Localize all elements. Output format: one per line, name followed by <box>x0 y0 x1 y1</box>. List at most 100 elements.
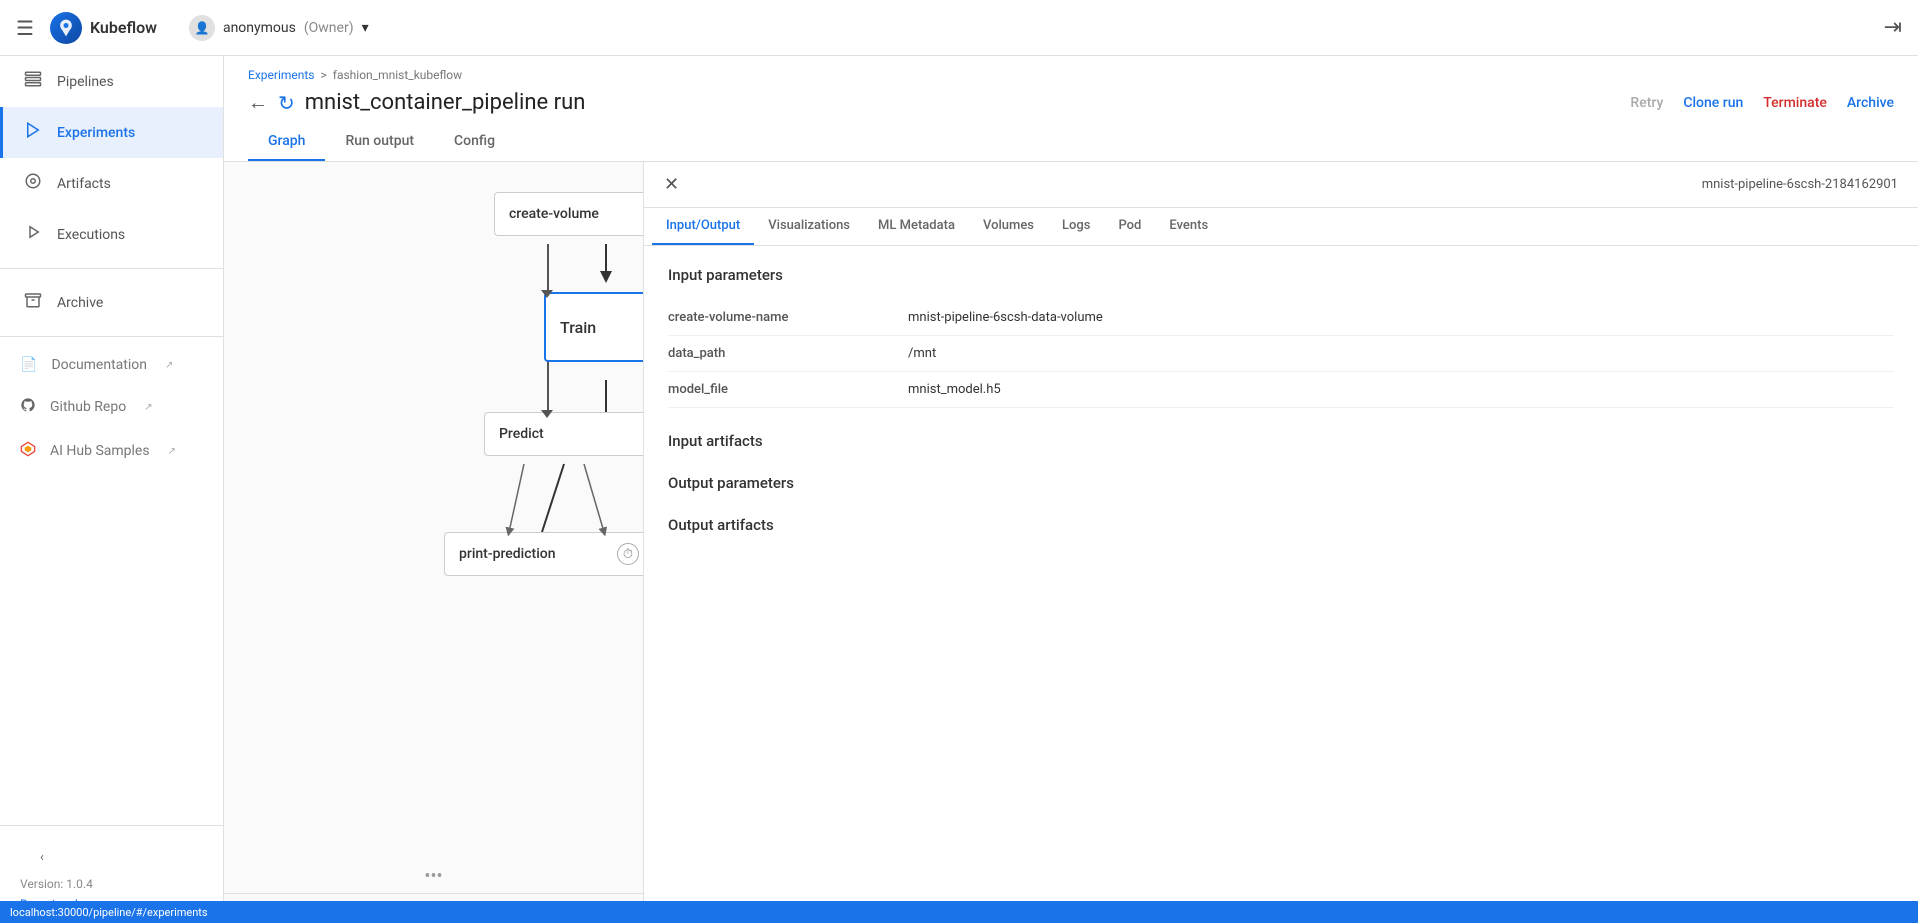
menu-icon[interactable]: ☰ <box>16 16 34 40</box>
sidebar-item-archive[interactable]: Archive <box>0 277 223 328</box>
sidebar-divider-2 <box>0 336 223 337</box>
line-train-predict <box>547 362 549 412</box>
archive-button[interactable]: Archive <box>1847 95 1894 111</box>
clone-run-button[interactable]: Clone run <box>1683 95 1743 111</box>
user-dropdown-icon[interactable]: ▾ <box>362 20 369 36</box>
graph-panel: create-volume ✓ Train ✓ Predict ✓ print-… <box>224 162 644 923</box>
user-label: anonymous <box>223 20 296 36</box>
detail-tab-pod[interactable]: Pod <box>1104 208 1155 245</box>
node-print-prediction-label: print-prediction <box>459 546 556 562</box>
breadcrumb-parent[interactable]: Experiments <box>248 68 315 82</box>
output-params-section: Output parameters <box>668 474 1894 492</box>
user-icon: 👤 <box>189 15 215 41</box>
param-row-1: data_path /mnt <box>668 336 1894 372</box>
tab-run-output[interactable]: Run output <box>325 123 434 161</box>
external-link-icon-github: ↗ <box>144 402 152 413</box>
main-tabs: Graph Run output Config <box>248 123 1894 161</box>
back-button[interactable]: ← <box>248 90 268 115</box>
param-val-2: mnist_model.h5 <box>908 382 1001 397</box>
node-create-volume[interactable]: create-volume ✓ <box>494 192 644 236</box>
input-params-title: Input parameters <box>668 266 1894 284</box>
param-val-0: mnist-pipeline-6scsh-data-volume <box>908 310 1103 325</box>
detail-close-button[interactable]: ✕ <box>664 174 679 195</box>
detail-tab-volumes[interactable]: Volumes <box>969 208 1048 245</box>
tab-graph[interactable]: Graph <box>248 123 325 161</box>
sidebar-item-pipelines[interactable]: Pipelines <box>0 56 223 107</box>
detail-content: Input parameters create-volume-name mnis… <box>644 246 1918 923</box>
sidebar-item-github[interactable]: Github Repo ↗ <box>0 385 223 429</box>
logo: Kubeflow <box>50 12 157 44</box>
page-title-left: ← ↻ mnist_container_pipeline run <box>248 90 585 115</box>
breadcrumb: Experiments > fashion_mnist_kubeflow <box>248 68 1894 82</box>
page-actions: Retry Clone run Terminate Archive <box>1630 95 1894 111</box>
sidebar-executions-label: Executions <box>57 227 125 243</box>
user-selector[interactable]: 👤 anonymous (Owner) ▾ <box>189 15 369 41</box>
collapse-icon: ‹ <box>40 850 44 865</box>
output-artifacts-title: Output artifacts <box>668 516 1894 534</box>
detail-panel-id: mnist-pipeline-6scsh-2184162901 <box>1702 177 1898 192</box>
sidebar-version: Version: 1.0.4 <box>20 877 203 891</box>
sidebar-artifacts-label: Artifacts <box>57 176 111 192</box>
param-key-0: create-volume-name <box>668 310 908 325</box>
param-val-1: /mnt <box>908 346 936 361</box>
statusbar-url: localhost:30000/pipeline/#/experiments <box>10 906 208 919</box>
output-artifacts-section: Output artifacts <box>668 516 1894 534</box>
statusbar: localhost:30000/pipeline/#/experiments <box>0 901 1918 923</box>
sidebar-experiments-label: Experiments <box>57 125 135 141</box>
sidebar-pipelines-label: Pipelines <box>57 74 114 90</box>
main-content: Experiments > fashion_mnist_kubeflow ← ↻… <box>224 56 1918 923</box>
graph-dots: ••• <box>424 866 442 887</box>
logo-icon <box>50 12 82 44</box>
node-predict[interactable]: Predict ✓ <box>484 412 644 456</box>
experiments-icon <box>23 121 43 144</box>
terminate-button[interactable]: Terminate <box>1763 95 1827 111</box>
input-artifacts-title: Input artifacts <box>668 432 1894 450</box>
sidebar-item-experiments[interactable]: Experiments <box>0 107 223 158</box>
content-area: create-volume ✓ Train ✓ Predict ✓ print-… <box>224 162 1918 923</box>
archive-icon <box>23 291 43 314</box>
external-link-icon-doc: ↗ <box>165 360 173 371</box>
param-row-2: model_file mnist_model.h5 <box>668 372 1894 408</box>
refresh-icon[interactable]: ↻ <box>278 91 295 115</box>
input-artifacts-section: Input artifacts <box>668 432 1894 450</box>
sidebar-collapse-btn[interactable]: ‹ <box>20 838 203 877</box>
sidebar-item-artifacts[interactable]: Artifacts <box>0 158 223 209</box>
detail-tab-input-output[interactable]: Input/Output <box>652 208 754 245</box>
detail-tab-ml-metadata[interactable]: ML Metadata <box>864 208 969 245</box>
pipelines-icon <box>23 70 43 93</box>
sidebar-item-aihub[interactable]: AI Hub Samples ↗ <box>0 429 223 473</box>
retry-button[interactable]: Retry <box>1630 95 1663 111</box>
detail-panel: ✕ mnist-pipeline-6scsh-2184162901 Input/… <box>644 162 1918 923</box>
detail-tab-events[interactable]: Events <box>1155 208 1222 245</box>
param-row-0: create-volume-name mnist-pipeline-6scsh-… <box>668 300 1894 336</box>
tab-config[interactable]: Config <box>434 123 515 161</box>
detail-tab-logs[interactable]: Logs <box>1048 208 1104 245</box>
node-train[interactable]: Train ✓ <box>544 292 644 362</box>
node-create-volume-label: create-volume <box>509 206 599 222</box>
arrowhead-1 <box>541 290 553 298</box>
logout-icon[interactable]: ⇥ <box>1884 15 1902 40</box>
page-title: mnist_container_pipeline run <box>305 90 586 115</box>
sidebar-item-executions[interactable]: Executions <box>0 209 223 260</box>
sidebar-aihub-label: AI Hub Samples <box>50 443 150 459</box>
node-print-prediction[interactable]: print-prediction ⏱ <box>444 532 644 576</box>
page-title-row: ← ↻ mnist_container_pipeline run Retry C… <box>248 90 1894 115</box>
sidebar-item-documentation[interactable]: 📄 Documentation ↗ <box>0 345 223 385</box>
page-header: Experiments > fashion_mnist_kubeflow ← ↻… <box>224 56 1918 162</box>
param-key-1: data_path <box>668 346 908 361</box>
executions-icon <box>23 223 43 246</box>
aihub-icon <box>20 441 36 461</box>
graph-canvas[interactable]: create-volume ✓ Train ✓ Predict ✓ print-… <box>224 162 643 923</box>
topbar: ☰ Kubeflow 👤 anonymous (Owner) ▾ ⇥ <box>0 0 1918 56</box>
user-role: (Owner) <box>304 20 354 36</box>
arrowhead-2 <box>541 410 553 418</box>
detail-tab-visualizations[interactable]: Visualizations <box>754 208 864 245</box>
output-params-title: Output parameters <box>668 474 1894 492</box>
sidebar: Pipelines Experiments Artifacts Executio… <box>0 56 224 923</box>
sidebar-github-label: Github Repo <box>50 399 126 415</box>
sidebar-archive-label: Archive <box>57 295 103 311</box>
logo-text: Kubeflow <box>90 18 157 37</box>
detail-tabs: Input/Output Visualizations ML Metadata … <box>644 208 1918 246</box>
artifacts-icon <box>23 172 43 195</box>
sidebar-divider-1 <box>0 268 223 269</box>
